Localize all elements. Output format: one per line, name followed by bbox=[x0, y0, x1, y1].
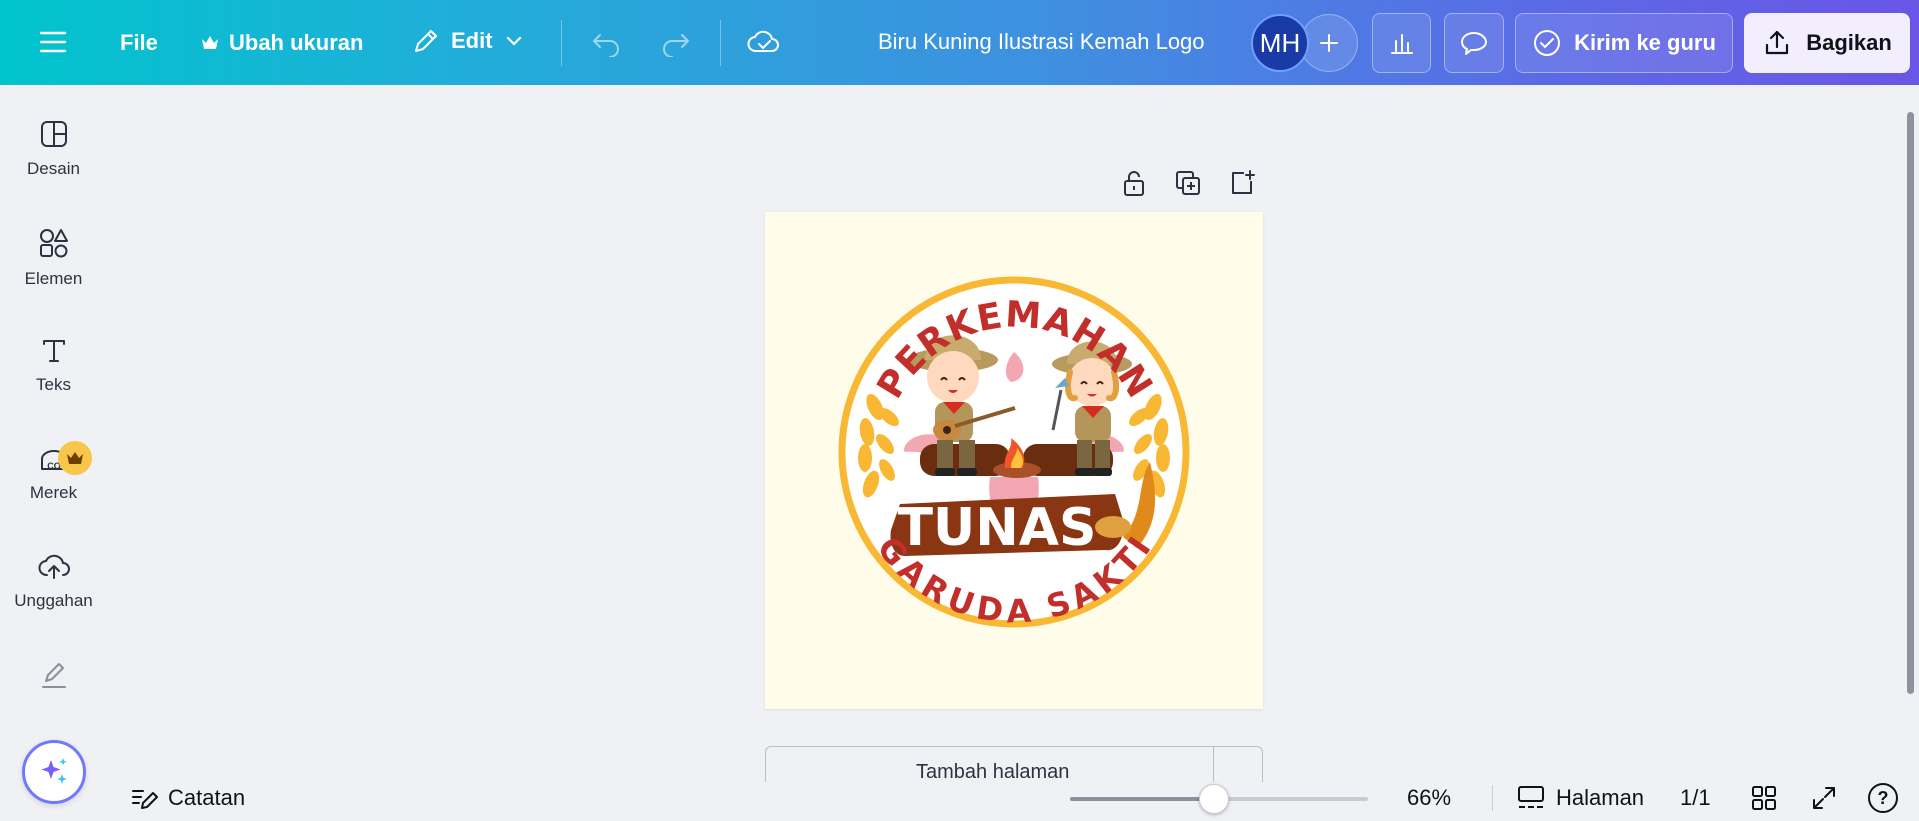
duplicate-page-button[interactable] bbox=[1173, 168, 1203, 198]
help-button[interactable]: ? bbox=[1868, 775, 1898, 821]
lock-page-button[interactable] bbox=[1119, 168, 1149, 198]
elements-shapes-icon bbox=[39, 229, 68, 258]
grid-view-button[interactable] bbox=[1750, 775, 1778, 821]
bar-chart-icon bbox=[1390, 34, 1413, 54]
lock-icon bbox=[1124, 171, 1144, 196]
design-page[interactable]: TUNAS PERKEMAHAN GARUDA SAKTI bbox=[765, 212, 1263, 709]
add-page-divider bbox=[1213, 747, 1214, 782]
redo-button[interactable] bbox=[660, 27, 692, 57]
zoom-slider-fill bbox=[1070, 797, 1214, 801]
text-icon bbox=[42, 340, 65, 362]
add-page-button[interactable]: Tambah halaman bbox=[765, 746, 1263, 782]
crown-icon bbox=[67, 452, 83, 464]
sidebar-item-label: Desain bbox=[27, 159, 80, 178]
left-sidebar: Desain Elemen Teks CO Merek Unggahan bbox=[0, 85, 107, 821]
add-page-top-button[interactable] bbox=[1227, 168, 1257, 198]
sparkles-icon bbox=[41, 758, 67, 784]
file-menu-label: File bbox=[120, 30, 158, 55]
undo-button[interactable] bbox=[590, 27, 622, 57]
undo-icon bbox=[593, 34, 619, 57]
draw-icon bbox=[41, 663, 66, 688]
add-page-label: Tambah halaman bbox=[916, 761, 1070, 782]
page-count-label: 1/1 bbox=[1680, 785, 1711, 810]
zoom-slider-handle[interactable] bbox=[1198, 784, 1229, 814]
sidebar-item-label: Merek bbox=[29, 483, 78, 502]
zoom-level-label: 66% bbox=[1407, 785, 1452, 810]
help-label: ? bbox=[1877, 787, 1889, 808]
add-page-icon bbox=[1232, 170, 1255, 194]
sidebar-item-draw[interactable] bbox=[0, 659, 107, 701]
resize-label: Ubah ukuran bbox=[229, 30, 364, 55]
toolbar-divider bbox=[720, 20, 721, 66]
logo-banner-text: TUNAS bbox=[898, 498, 1097, 558]
page-counter: 1/1 bbox=[1680, 775, 1711, 821]
notes-pencil-icon bbox=[132, 790, 158, 809]
sidebar-item-design[interactable]: Desain bbox=[0, 119, 107, 179]
pages-layout-icon bbox=[1518, 786, 1544, 808]
sidebar-item-label: Elemen bbox=[24, 269, 83, 288]
cloud-save-status[interactable] bbox=[747, 27, 781, 57]
camp-logo[interactable]: TUNAS PERKEMAHAN GARUDA SAKTI bbox=[765, 212, 1263, 709]
crown-icon bbox=[202, 36, 218, 49]
sidebar-item-elements[interactable]: Elemen bbox=[0, 227, 107, 289]
share-button[interactable]: Bagikan bbox=[1744, 13, 1910, 73]
insights-button[interactable] bbox=[1372, 13, 1431, 73]
edit-menu-button[interactable]: Edit bbox=[411, 26, 525, 56]
top-toolbar: File Ubah ukuran Edit Biru Kuning Ilustr… bbox=[0, 0, 1919, 85]
premium-crown-badge bbox=[58, 441, 92, 475]
redo-icon bbox=[663, 34, 689, 57]
notes-label: Catatan bbox=[168, 785, 246, 810]
cloud-check-icon bbox=[747, 30, 779, 52]
toolbar-divider bbox=[561, 20, 562, 66]
check-circle-icon bbox=[1534, 30, 1561, 56]
avatar-initials: MH bbox=[1259, 27, 1301, 58]
document-title[interactable]: Biru Kuning Ilustrasi Kemah Logo bbox=[878, 29, 1205, 55]
comments-button[interactable] bbox=[1444, 13, 1504, 73]
pages-view-button[interactable]: Halaman bbox=[1516, 775, 1644, 821]
vertical-scrollbar[interactable] bbox=[1907, 112, 1914, 694]
notes-button[interactable]: Catatan bbox=[130, 775, 245, 821]
plus-icon bbox=[1320, 34, 1338, 52]
grid-icon bbox=[1752, 786, 1776, 810]
submit-to-teacher-button[interactable]: Kirim ke guru bbox=[1515, 13, 1733, 73]
help-icon: ? bbox=[1868, 783, 1898, 813]
design-layout-icon bbox=[40, 121, 67, 147]
resize-button[interactable]: Ubah ukuran bbox=[201, 30, 363, 56]
chevron-down-icon bbox=[506, 36, 521, 46]
hamburger-icon bbox=[39, 31, 67, 53]
sidebar-item-label: Unggahan bbox=[14, 591, 93, 610]
file-menu-button[interactable]: File bbox=[120, 30, 158, 56]
bottombar-divider bbox=[1492, 785, 1493, 811]
duplicate-icon bbox=[1176, 171, 1200, 195]
sidebar-item-label: Teks bbox=[36, 375, 71, 394]
comment-bubble-icon bbox=[1461, 32, 1487, 55]
pages-label: Halaman bbox=[1556, 785, 1645, 810]
upload-cloud-icon bbox=[38, 554, 70, 579]
share-upload-icon bbox=[1766, 30, 1789, 55]
main-menu-button[interactable] bbox=[38, 27, 68, 57]
pencil-icon bbox=[415, 30, 437, 52]
sidebar-item-text[interactable]: Teks bbox=[0, 335, 107, 395]
magic-assistant-button[interactable] bbox=[22, 740, 86, 804]
expand-icon bbox=[1813, 787, 1835, 809]
fullscreen-button[interactable] bbox=[1810, 775, 1838, 821]
submit-to-teacher-label: Kirim ke guru bbox=[1574, 30, 1716, 55]
share-label: Bagikan bbox=[1806, 30, 1892, 55]
sidebar-item-uploads[interactable]: Unggahan bbox=[0, 551, 107, 611]
user-avatar[interactable]: MH bbox=[1251, 14, 1309, 72]
edit-label: Edit bbox=[451, 28, 493, 53]
sidebar-item-brand[interactable]: CO Merek bbox=[0, 441, 107, 503]
zoom-level-button[interactable]: 66% bbox=[1407, 775, 1451, 821]
